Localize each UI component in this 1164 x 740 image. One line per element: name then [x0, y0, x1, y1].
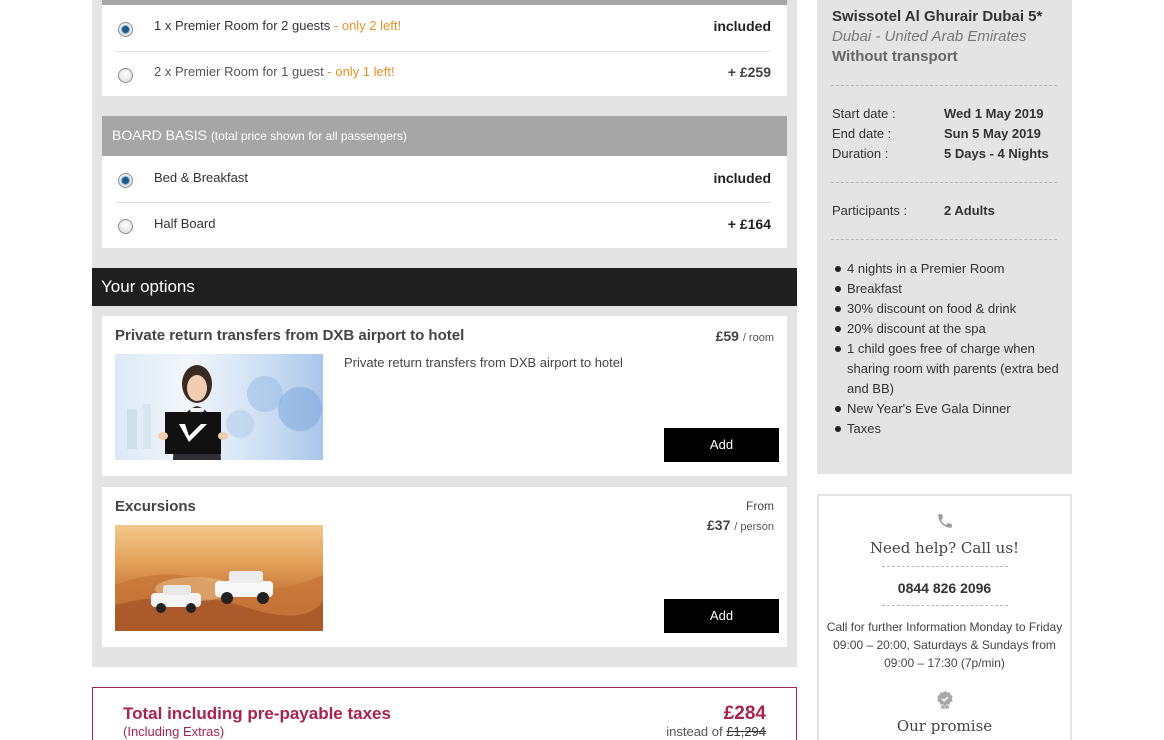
inclusions-list: 4 nights in a Premier Room Breakfast 30%…: [835, 259, 1060, 439]
extra-from-label: From: [746, 499, 774, 513]
participants-value: 2 Adults: [944, 203, 995, 218]
add-transfer-button[interactable]: Add: [664, 428, 779, 462]
start-date-label: Start date :: [832, 106, 896, 121]
board-option-price: included: [713, 170, 771, 186]
divider: [831, 85, 1057, 86]
board-options-card: Bed & Breakfast included Half Board + £1…: [102, 156, 787, 248]
help-title: Need help? Call us!: [869, 539, 1020, 557]
extra-card-transfer: Private return transfers from DXB airpor…: [102, 316, 787, 476]
badge-check-icon: [937, 690, 953, 710]
end-date-value: Sun 5 May 2019: [944, 126, 1041, 141]
board-basis-header: BOARD BASIS (total price shown for all p…: [102, 116, 787, 156]
start-date-value: Wed 1 May 2019: [944, 106, 1044, 121]
your-options-header: Your options: [92, 268, 797, 306]
total-price: £284: [723, 703, 766, 724]
booking-options-panel: 1 x Premier Room for 2 guests - only 2 l…: [92, 0, 797, 667]
duration-label: Duration :: [832, 146, 889, 161]
add-excursions-button[interactable]: Add: [664, 599, 779, 633]
board-option-label: Bed & Breakfast: [154, 170, 248, 185]
our-promise-title: Our promise: [896, 717, 993, 735]
help-info: Call for further Information Monday to F…: [826, 620, 1063, 670]
board-option-row[interactable]: Bed & Breakfast included: [102, 156, 787, 202]
room-option-price: included: [713, 18, 771, 34]
hotel-location: Dubai - United Arab Emirates: [832, 28, 1027, 45]
desert-safari-photo: [115, 525, 323, 631]
transfer-photo: [115, 354, 323, 460]
board-option-label: Half Board: [154, 216, 216, 231]
room-option-radio-selected[interactable]: [118, 22, 133, 37]
divider: [831, 182, 1057, 183]
extra-price: £59 / room: [715, 328, 774, 344]
room-option-radio[interactable]: [118, 68, 133, 83]
room-option-label: 1 x Premier Room for 2 guests - only 2 l…: [154, 18, 402, 33]
inclusion-item: 30% discount on food & drink: [835, 299, 1060, 319]
board-basis-title: BOARD BASIS: [112, 127, 207, 143]
divider: [882, 605, 1008, 606]
divider: [882, 566, 1008, 567]
transport-type: Without transport: [832, 48, 958, 65]
duration-value: 5 Days - 4 Nights: [944, 146, 1049, 161]
availability-note: - only 2 left!: [330, 18, 402, 33]
extra-price: £37 / person: [707, 517, 774, 533]
inclusion-item: New Year's Eve Gala Dinner: [835, 399, 1060, 419]
extra-title: Excursions: [115, 498, 196, 515]
board-option-price: + £164: [727, 216, 771, 232]
total-instead-of: instead of £1,294: [666, 724, 766, 739]
extra-description: Private return transfers from DXB airpor…: [344, 355, 623, 370]
room-option-label: 2 x Premier Room for 1 guest - only 1 le…: [154, 64, 395, 79]
room-options-card: 1 x Premier Room for 2 guests - only 2 l…: [102, 5, 787, 96]
room-option-row[interactable]: 2 x Premier Room for 1 guest - only 1 le…: [102, 51, 787, 97]
inclusion-item: 20% discount at the spa: [835, 319, 1060, 339]
participants-label: Participants :: [832, 203, 908, 218]
inclusion-item: Taxes: [835, 419, 1060, 439]
help-box: Need help? Call us! 0844 826 2096 Call f…: [817, 494, 1072, 740]
availability-note: - only 1 left!: [323, 64, 395, 79]
inclusion-item: Breakfast: [835, 279, 1060, 299]
board-option-radio-selected[interactable]: [118, 173, 133, 188]
original-price: £1,294: [726, 724, 766, 739]
booking-summary: Swissotel Al Ghurair Dubai 5* Dubai - Un…: [817, 0, 1072, 474]
room-option-row[interactable]: 1 x Premier Room for 2 guests - only 2 l…: [102, 5, 787, 51]
hotel-name: Swissotel Al Ghurair Dubai 5*: [832, 8, 1043, 25]
inclusion-item: 4 nights in a Premier Room: [835, 259, 1060, 279]
inclusion-item: 1 child goes free of charge when sharing…: [835, 339, 1060, 399]
total-box: Total including pre-payable taxes (Inclu…: [92, 687, 797, 740]
total-title: Total including pre-payable taxes: [123, 704, 391, 723]
room-option-price: + £259: [727, 64, 771, 80]
phone-icon: [938, 514, 952, 528]
divider: [831, 239, 1057, 240]
board-basis-subtitle: (total price shown for all passengers): [210, 129, 407, 143]
extra-card-excursions: Excursions From £37 / person Add: [102, 487, 787, 647]
extra-title: Private return transfers from DXB airpor…: [115, 327, 465, 344]
help-phone-number[interactable]: 0844 826 2096: [819, 580, 1070, 596]
total-subtitle: (Including Extras): [123, 724, 225, 739]
board-option-row[interactable]: Half Board + £164: [102, 202, 787, 248]
end-date-label: End date :: [832, 126, 892, 141]
board-option-radio[interactable]: [118, 219, 133, 234]
